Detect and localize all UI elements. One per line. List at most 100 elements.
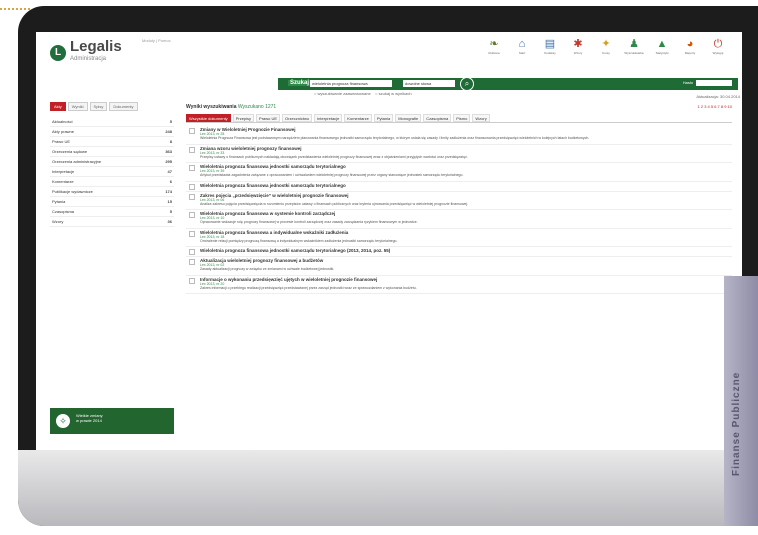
password-area: Hasło — [683, 80, 732, 86]
doc-title[interactable]: Wieloletnia prognoza finansowa jednostki… — [200, 248, 726, 253]
sidebar-tab-documents[interactable]: Dokumenty — [109, 102, 138, 111]
sidebar-item[interactable]: Publikacje wydawnicze 174 — [50, 187, 174, 197]
list-item[interactable]: Wieloletnia prognoza finansowa jednostki… — [186, 182, 732, 192]
search-input[interactable]: wieloletnia prognoza finansowa — [310, 80, 392, 87]
list-item[interactable]: Wieloletnia prognoza finansowa jednostki… — [186, 163, 732, 182]
select-checkbox[interactable] — [189, 230, 195, 237]
select-checkbox[interactable] — [189, 128, 195, 134]
doc-snippet: Omówienie relacji pomiędzy prognozą fina… — [200, 238, 398, 243]
list-item[interactable]: Zmiany w Wieloletniej Prognozie Finansow… — [186, 126, 732, 145]
sidebar-tab-acts[interactable]: Akty — [50, 102, 66, 111]
pagination[interactable]: 1 2 3 4 5 6 7 8 9 10 — [698, 104, 732, 109]
promo-icon: ✧ — [56, 414, 70, 428]
search-icon[interactable]: ⌕ — [460, 77, 474, 91]
decorative-dots — [0, 8, 30, 12]
list-item[interactable]: Wieloletnia prognoza finansowa w systemi… — [186, 210, 732, 229]
star-icon: ✱ — [573, 38, 583, 50]
monitor-bezel — [18, 450, 758, 526]
toolbar-search-button[interactable]: ♟ Wyszukiwarka — [624, 38, 644, 55]
tab-eu[interactable]: Prawo UE — [256, 114, 281, 122]
advanced-search-option[interactable]: ○ wyszukiwanie zaawansowane — [314, 91, 371, 96]
sidebar-item[interactable]: Orzeczenia sądowe 363 — [50, 147, 174, 157]
search-in-results-option[interactable]: ○ szukaj w wynikach — [375, 91, 411, 96]
toolbar-templates-button[interactable]: ✱ Wzory — [568, 38, 588, 55]
tab-all[interactable]: Wszystkie dokumenty — [186, 114, 231, 122]
doc-title[interactable]: Wieloletnia prognoza finansowa jednostki… — [200, 183, 726, 188]
toolbar-reports-button[interactable]: ◕ Raporty — [680, 38, 700, 55]
toolbar-stats-button[interactable]: ▲ Statystyki — [652, 38, 672, 55]
select-checkbox[interactable] — [189, 193, 195, 200]
results-title: Wyniki wyszukiwania Wyszukano 1271 — [186, 104, 277, 110]
results-tabs: Wszystkie dokumenty Przepisy Prawo UE Or… — [186, 114, 732, 123]
toolbar-courses-button[interactable]: ✦ Kursy — [596, 38, 616, 55]
list-item[interactable]: Wieloletnia prognoza finansowa jednostki… — [186, 247, 732, 257]
sidebar-item[interactable]: Akty prawne 248 — [50, 127, 174, 137]
doc-snippet: Przepisy ustawy o finansach publicznych … — [200, 154, 468, 159]
side-tab-label: Finanse Publiczne — [731, 371, 742, 476]
list-item[interactable]: Informacje o wykonaniu przedsięwzięć uję… — [186, 276, 732, 294]
chart-icon: ▲ — [656, 38, 668, 50]
tab-journals[interactable]: Czasopisma — [423, 114, 452, 122]
tab-commentaries[interactable]: Komentarze — [344, 114, 372, 122]
tab-letters[interactable]: Pismo — [453, 114, 471, 122]
promo-banner[interactable]: ✧ Wielkie zmiany w prawie 2014 — [50, 408, 174, 434]
toolbar-home-button[interactable]: ⌂ Start — [512, 38, 532, 55]
list-item[interactable]: Zmiana wzoru wieloletniej prognozy finan… — [186, 145, 732, 163]
select-checkbox[interactable] — [189, 259, 195, 265]
select-checkbox[interactable] — [189, 165, 195, 171]
screen: L Legalis Administracja Moduły | Pomoc ❧… — [36, 32, 742, 452]
toolbar-favorites-button[interactable]: ❧ Ulubione — [484, 38, 504, 55]
bookmark-icon: ❧ — [489, 38, 499, 50]
list-item[interactable]: Wieloletnia prognoza finansowa a indywid… — [186, 229, 732, 247]
sidebar-item[interactable]: Komentarze 6 — [50, 177, 174, 187]
select-checkbox[interactable] — [189, 277, 195, 284]
tab-caselaw[interactable]: Orzecznictwo — [282, 114, 313, 122]
app-logo[interactable]: L Legalis Administracja — [50, 39, 122, 66]
toolbar-codes-button[interactable]: ▤ Kodeksy — [540, 38, 560, 55]
search-mode-select[interactable]: dowolne słowa — [403, 80, 455, 87]
tab-questions[interactable]: Pytania — [373, 114, 394, 122]
sidebar: Akty Wyniki Spisy Dokumenty Aktualności 5… — [50, 102, 174, 432]
search-bar: Szukaj wieloletnia prognoza finansowa do… — [278, 77, 738, 91]
doc-snippet: Wieloletnia Prognoza Finansowa jest pods… — [200, 136, 590, 140]
list-item[interactable]: Zakres pojęcia „przedsięwzięcie” w wielo… — [186, 192, 732, 210]
sidebar-list: Aktualności 5 Akty prawne 248 Prawo UE 8 Or… — [50, 117, 174, 227]
promo-line: w prawie 2014 — [76, 418, 102, 423]
update-date: Aktualizacja: 30.04.2014 — [696, 94, 740, 99]
sidebar-item[interactable]: Wzory 36 — [50, 217, 174, 227]
sidebar-item[interactable]: Czasopisma 5 — [50, 207, 174, 217]
tab-monographs[interactable]: Monografie — [395, 114, 422, 122]
doc-snippet: Zakres informacji o przebiegu realizacji… — [200, 285, 417, 290]
tab-interpretations[interactable]: Interpretacje — [314, 114, 343, 122]
results-list: Zmiany w Wieloletniej Prognozie Finansow… — [186, 126, 732, 438]
select-checkbox[interactable] — [189, 146, 195, 153]
sidebar-item[interactable]: Interpretacje 47 — [50, 167, 174, 177]
toolbar-logout-button[interactable]: ⏻ Wyloguj — [708, 38, 728, 55]
select-checkbox[interactable] — [189, 212, 195, 218]
sidebar-tab-lists[interactable]: Spisy — [89, 102, 108, 111]
select-checkbox[interactable] — [189, 249, 195, 255]
list-item[interactable]: Aktualizacja wieloletniej prognozy finan… — [186, 257, 732, 276]
sidebar-tab-results[interactable]: Wyniki — [67, 102, 88, 111]
logo-mark-icon: L — [50, 45, 66, 61]
sidebar-item[interactable]: Orzeczenia administracyjne 295 — [50, 157, 174, 167]
tab-templates[interactable]: Wzory — [472, 114, 490, 122]
doc-snippet: Zasady aktualizacji prognozy w związku z… — [200, 267, 335, 271]
pie-icon: ◕ — [686, 38, 694, 50]
sidebar-item[interactable]: Prawo UE 8 — [50, 137, 174, 147]
top-note[interactable]: Moduły | Pomoc — [142, 38, 171, 43]
sidebar-item[interactable]: Aktualności 5 — [50, 117, 174, 127]
results-count: Wyszukano 1271 — [237, 104, 277, 110]
graduation-icon: ✦ — [601, 38, 611, 50]
book-icon: ▤ — [544, 38, 556, 50]
password-input[interactable] — [696, 80, 732, 86]
tab-acts[interactable]: Przepisy — [232, 114, 255, 122]
home-icon: ⌂ — [518, 38, 526, 50]
search-options: ○ wyszukiwanie zaawansowane ○ szukaj w w… — [314, 91, 412, 96]
side-tab: Finanse Publiczne — [724, 276, 758, 526]
person-icon: ♟ — [629, 38, 639, 50]
sidebar-item[interactable]: Pytania 15 — [50, 197, 174, 207]
doc-snippet: Opracowanie wskazuje rolę prognozy finan… — [200, 220, 418, 224]
select-checkbox[interactable] — [189, 183, 195, 190]
sidebar-tabs: Akty Wyniki Spisy Dokumenty — [50, 102, 174, 111]
